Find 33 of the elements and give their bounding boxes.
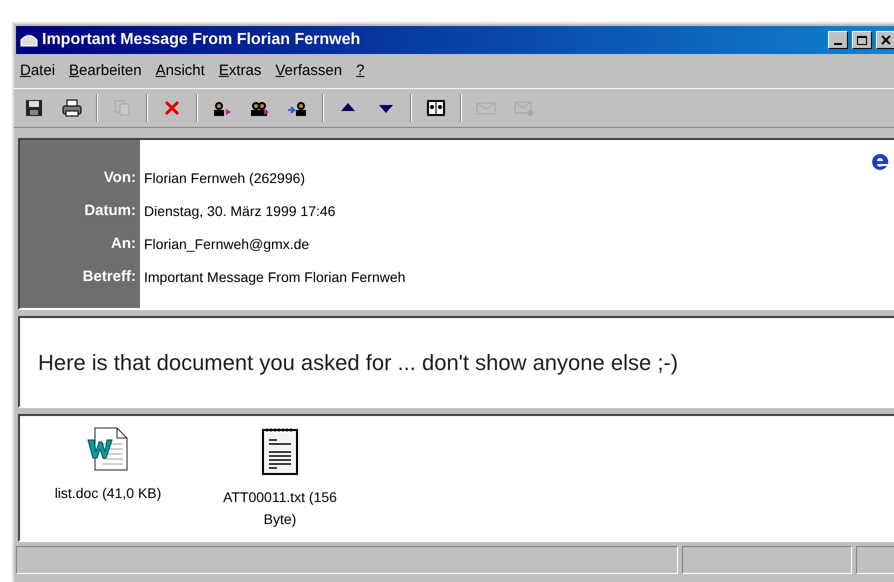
menu-item[interactable]: Bearbeiten — [67, 60, 144, 82]
message-body: Here is that document you asked for ... don't show anyone else ;-) — [38, 348, 678, 377]
window-title: Important Message From Florian Fernweh — [42, 30, 362, 50]
field-label: An: — [111, 234, 136, 254]
menu-item[interactable]: Datei — [18, 60, 58, 82]
reply-all-icon — [249, 99, 271, 117]
forward-icon — [287, 99, 309, 117]
address-book-icon — [427, 99, 445, 117]
field-value: Florian_Fernweh@gmx.de — [144, 234, 310, 254]
attachment-name[interactable]: list.doc (41,0 KB) — [33, 482, 183, 504]
menu-item[interactable]: Ansicht — [154, 60, 207, 82]
menu-item[interactable]: Extras — [216, 60, 264, 82]
copy-icon — [113, 99, 131, 117]
printer-icon — [62, 99, 82, 117]
delete-icon — [163, 99, 181, 117]
maximize-button[interactable] — [852, 31, 872, 49]
attachment-name[interactable]: ATT00011.txt (156 Byte) — [205, 486, 355, 530]
menu-item[interactable]: Verfassen — [273, 60, 344, 82]
minimize-button[interactable] — [828, 31, 848, 49]
field-label: Betreff: — [82, 266, 136, 286]
save-icon — [25, 99, 43, 117]
close-icon — [881, 35, 891, 45]
field-value: Important Message From Florian Fernweh — [144, 268, 406, 286]
field-label: Von: — [104, 168, 136, 188]
field-value: Dienstag, 30. März 1999 17:46 — [144, 202, 336, 220]
notepad-icon — [261, 426, 299, 476]
close-button[interactable] — [876, 31, 894, 49]
reply-icon — [211, 99, 233, 117]
document-icon — [87, 426, 129, 472]
field-value: Florian Fernweh (262996) — [144, 168, 306, 188]
status-panel — [856, 546, 894, 574]
field-label: Datum: — [84, 200, 136, 220]
menu-item[interactable]: ? — [354, 60, 366, 82]
